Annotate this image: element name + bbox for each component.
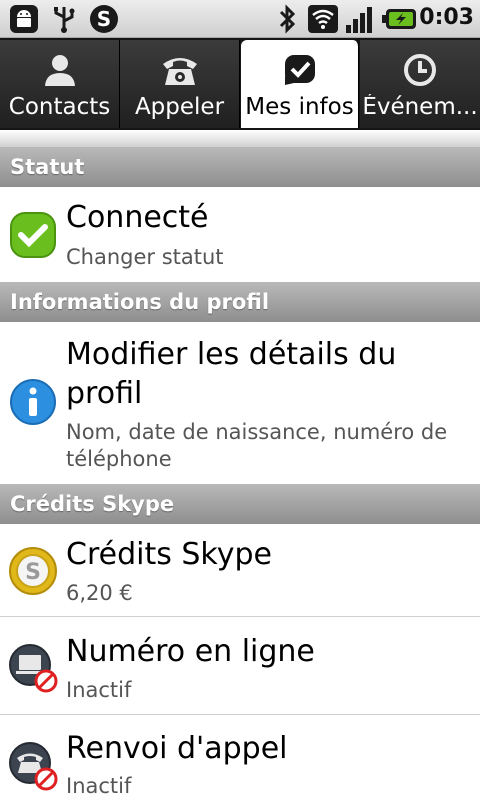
wifi-icon: [306, 3, 340, 39]
svg-text:S: S: [97, 7, 111, 31]
item-subtitle: Inactif: [66, 678, 132, 702]
item-subtitle: Inactif: [66, 774, 132, 798]
tab-label: Mes infos: [245, 94, 354, 120]
tab-mes-infos[interactable]: Mes infos: [241, 40, 359, 128]
section-header-credits: Crédits Skype: [0, 484, 480, 524]
battery-icon: [382, 3, 420, 39]
tab-bar: Contacts Appeler Mes infos Événem...: [0, 38, 480, 130]
tab-divider: [0, 130, 480, 147]
item-subtitle: 6,20 €: [66, 581, 133, 605]
list-item-online-number[interactable]: Numéro en ligne Inactif: [0, 617, 480, 714]
signal-icon: [344, 3, 378, 39]
skype-credit-icon: S: [8, 546, 58, 600]
info-icon: [8, 377, 58, 431]
item-title: Numéro en ligne: [66, 634, 315, 669]
bluetooth-icon: [272, 3, 302, 39]
item-subtitle: Changer statut: [66, 245, 224, 269]
svg-text:S: S: [25, 560, 41, 585]
item-subtitle: Nom, date de naissance, numéro de: [66, 420, 448, 444]
list-item-status[interactable]: Connecté Changer statut: [0, 187, 480, 282]
list-item-skype-credit[interactable]: S Crédits Skype 6,20 €: [0, 524, 480, 616]
list-item-edit-profile[interactable]: Modifier les détails du profil Nom, date…: [0, 322, 480, 484]
tab-label: Événem...: [362, 94, 478, 120]
item-title: Modifier les détails du: [66, 337, 397, 372]
item-title: Connecté: [66, 200, 209, 235]
item-title: Crédits Skype: [66, 537, 272, 572]
tab-label: Contacts: [8, 94, 111, 120]
myinfo-icon: [282, 52, 318, 92]
item-title: Renvoi d'appel: [66, 731, 288, 766]
tab-appeler[interactable]: Appeler: [120, 40, 240, 128]
clock-time: 0:03: [419, 5, 474, 30]
usb-icon: [48, 3, 80, 39]
online-number-icon: [8, 643, 58, 697]
list-item-call-forward[interactable]: Renvoi d'appel Inactif: [0, 715, 480, 800]
contact-icon: [42, 52, 78, 92]
skype-icon: S: [88, 3, 120, 39]
call-forward-icon: [8, 741, 58, 795]
item-subtitle: téléphone: [66, 447, 172, 471]
online-status-icon: [8, 210, 58, 264]
status-bar: S 0:03: [0, 0, 480, 38]
tab-evenements[interactable]: Événem...: [360, 40, 480, 128]
section-header-statut: Statut: [0, 147, 480, 187]
section-header-profil: Informations du profil: [0, 282, 480, 322]
tab-contacts[interactable]: Contacts: [0, 40, 120, 128]
clock-icon: [402, 52, 438, 92]
android-icon: [8, 3, 40, 39]
item-title: profil: [66, 376, 143, 411]
tab-label: Appeler: [134, 94, 225, 120]
phone-icon: [160, 52, 200, 92]
